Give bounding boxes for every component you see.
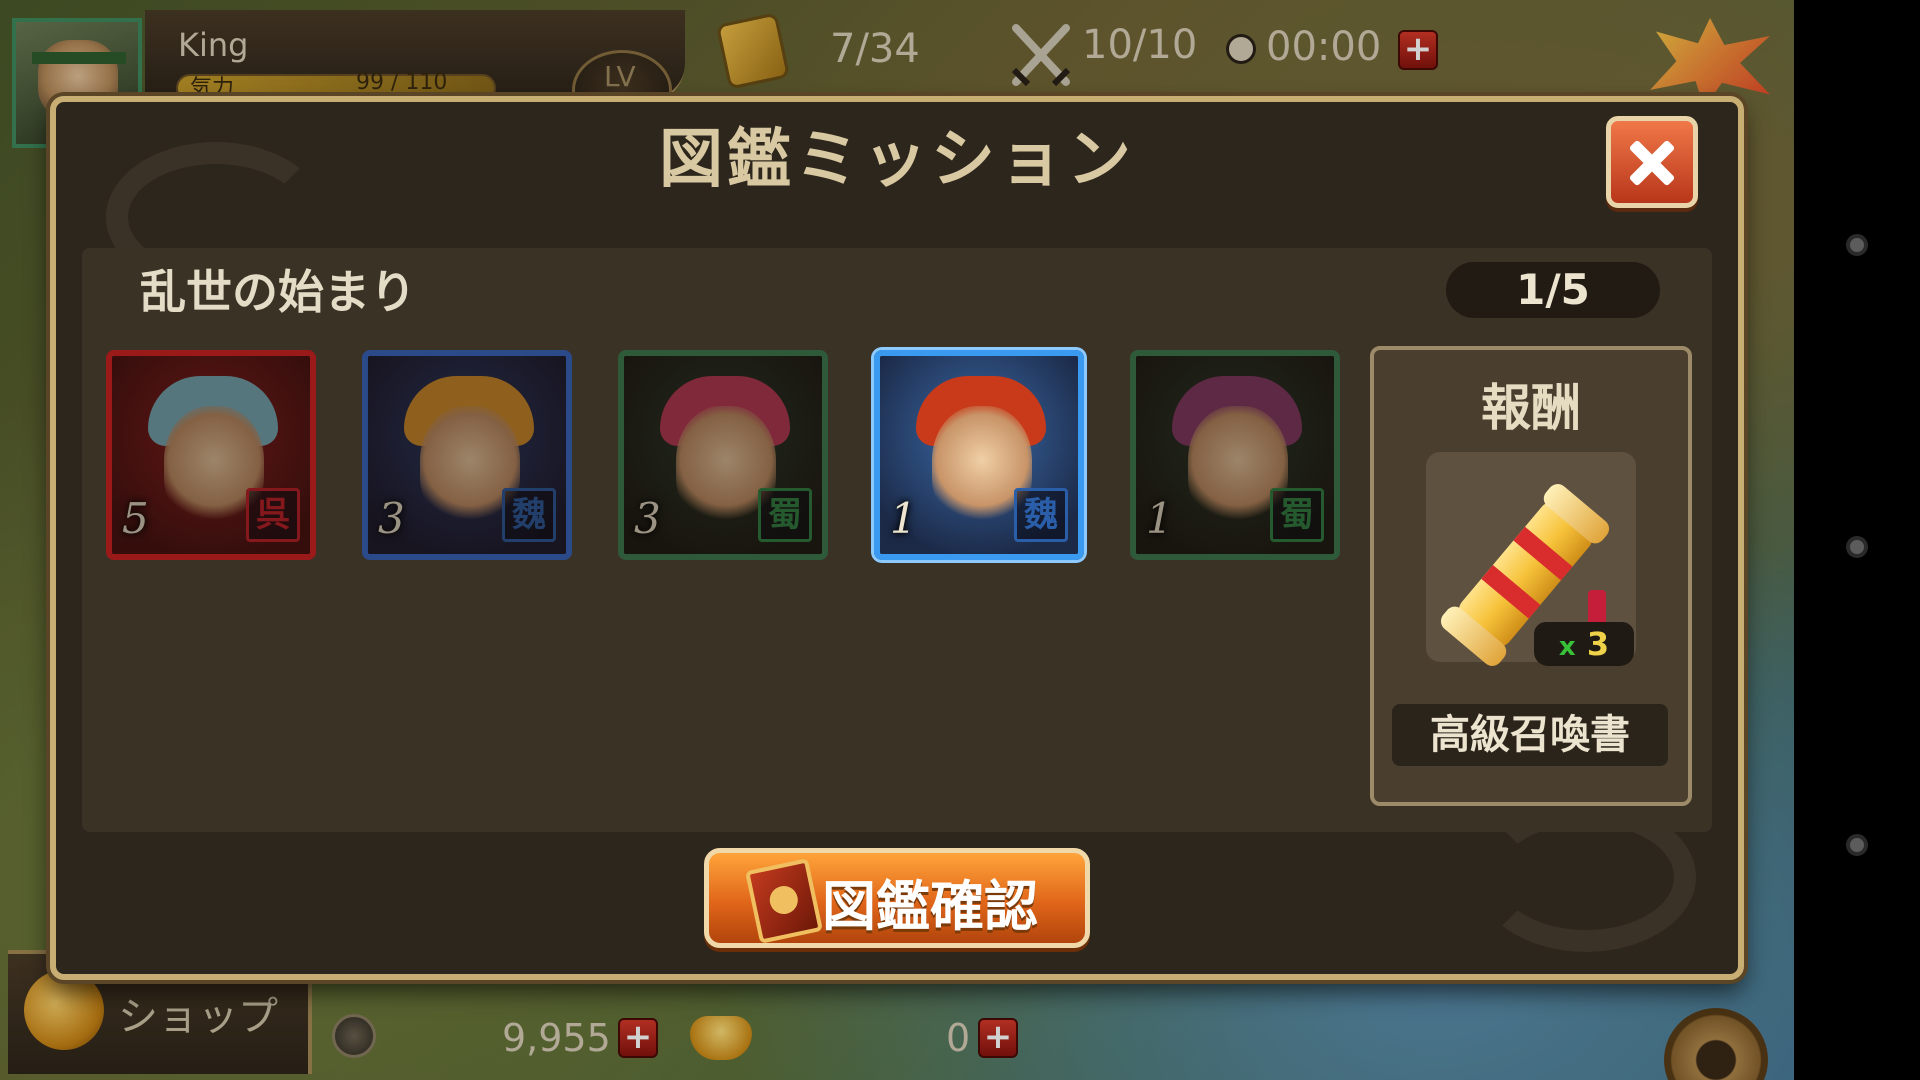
hero-rarity: 5 — [122, 494, 149, 543]
hero-card[interactable]: 1魏 — [874, 350, 1084, 560]
hero-rarity: 3 — [378, 494, 405, 543]
nav-dot-icon[interactable] — [1846, 536, 1868, 558]
hero-card[interactable]: 3魏 — [362, 350, 572, 560]
faction-badge: 魏 — [1014, 488, 1068, 542]
quantity-number: 3 — [1586, 625, 1610, 663]
hero-portrait — [624, 356, 822, 554]
dialog-title: 図鑑ミッション — [659, 123, 1135, 197]
reward-quantity: x 3 — [1534, 622, 1634, 666]
hero-portrait — [112, 356, 310, 554]
hero-portrait — [368, 356, 566, 554]
hero-portrait — [1136, 356, 1334, 554]
faction-badge: 蜀 — [1270, 488, 1324, 542]
hero-card[interactable]: 1蜀 — [1130, 350, 1340, 560]
mission-progress: 1/5 — [1446, 262, 1660, 318]
book-emblem — [767, 883, 801, 917]
hero-rarity: 1 — [890, 494, 917, 543]
nav-dot-icon[interactable] — [1846, 234, 1868, 256]
mission-name: 乱世の始まり — [140, 265, 416, 319]
hero-face — [420, 406, 520, 526]
faction-badge: 呉 — [246, 488, 300, 542]
view-collection-label: 図鑑確認 — [822, 875, 1038, 938]
quantity-x: x — [1558, 632, 1576, 662]
hero-face — [676, 406, 776, 526]
hero-rarity: 1 — [1146, 494, 1173, 543]
hero-hair — [404, 376, 534, 446]
hero-card[interactable]: 3蜀 — [618, 350, 828, 560]
game-screen: King 気力 99 / 110 LV 7/34 10/10 00:00 + シ… — [0, 0, 1794, 1080]
faction-badge: 蜀 — [758, 488, 812, 542]
hero-hair — [1172, 376, 1302, 446]
hero-rarity: 3 — [634, 494, 661, 543]
reward-title: 報酬 — [1481, 379, 1581, 437]
hero-hair — [660, 376, 790, 446]
nav-dot-icon[interactable] — [1846, 834, 1868, 856]
hero-card[interactable]: 5呉 — [106, 350, 316, 560]
hero-face — [1188, 406, 1288, 526]
hero-hair — [148, 376, 278, 446]
close-button[interactable] — [1606, 116, 1698, 208]
hero-face — [164, 406, 264, 526]
reward-item-name: 高級召喚書 — [1392, 704, 1668, 766]
faction-badge: 魏 — [502, 488, 556, 542]
